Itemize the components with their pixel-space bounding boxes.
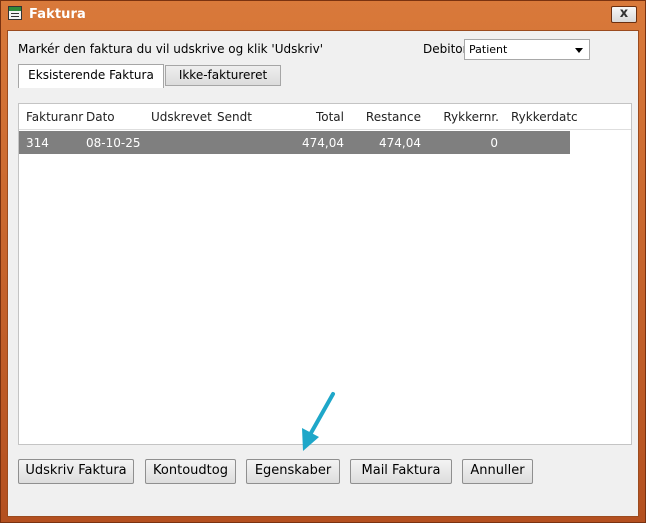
tab-eksisterende-faktura[interactable]: Eksisterende Faktura [18, 64, 164, 88]
faktura-window: Faktura x Markér den faktura du vil udsk… [0, 0, 646, 523]
